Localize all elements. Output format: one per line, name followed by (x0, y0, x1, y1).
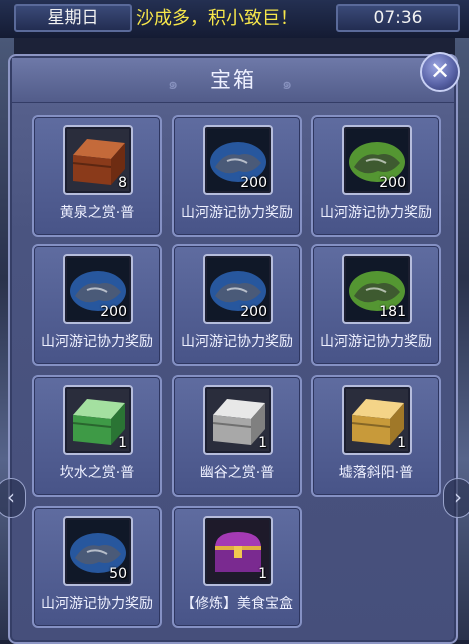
item-icon-frame: 1 (342, 385, 412, 455)
item-tile[interactable]: 200 山河游记协力奖励 (32, 244, 162, 366)
item-tile[interactable]: 1 墟落斜阳·普 (311, 375, 441, 497)
item-count: 200 (240, 175, 267, 191)
item-name: 墟落斜阳·普 (338, 465, 414, 481)
clock-label: 07:36 (336, 4, 460, 32)
item-count: 200 (100, 304, 127, 320)
item-name: 坎水之赏·普 (59, 465, 135, 481)
page-right-arrow-icon[interactable]: › (443, 478, 469, 518)
item-count: 1 (258, 435, 267, 451)
item-icon-frame: 200 (342, 125, 412, 195)
news-marquee: 沙成多，积小致巨！ (136, 8, 298, 29)
right-swirl-ornament-icon: ๑ (282, 74, 293, 93)
item-tile[interactable]: 8 黄泉之赏·普 (32, 115, 162, 237)
item-name: 山河游记协力奖励 (181, 334, 293, 350)
item-icon-frame: 1 (63, 385, 133, 455)
item-tile[interactable]: 200 山河游记协力奖励 (172, 244, 302, 366)
item-count: 200 (379, 175, 406, 191)
item-icon-frame: 200 (63, 254, 133, 324)
weekday-label: 星期日 (14, 4, 132, 32)
item-tile[interactable]: 1 幽谷之赏·普 (172, 375, 302, 497)
item-name: 山河游记协力奖励 (41, 596, 153, 612)
item-name: 山河游记协力奖励 (181, 205, 293, 221)
item-tile[interactable]: 1 【修炼】美食宝盒 (172, 506, 302, 628)
item-count: 8 (118, 175, 127, 191)
item-icon-frame: 181 (342, 254, 412, 324)
item-icon-frame: 1 (203, 516, 273, 586)
item-icon-frame: 200 (203, 125, 273, 195)
item-count: 50 (109, 566, 127, 582)
item-tile[interactable]: 200 山河游记协力奖励 (311, 115, 441, 237)
item-count: 1 (397, 435, 406, 451)
item-name: 【修炼】美食宝盒 (181, 596, 293, 612)
item-tile[interactable]: 50 山河游记协力奖励 (32, 506, 162, 628)
item-tile[interactable]: 181 山河游记协力奖励 (311, 244, 441, 366)
item-icon-frame: 200 (203, 254, 273, 324)
item-name: 山河游记协力奖励 (320, 334, 432, 350)
item-icon-frame: 8 (63, 125, 133, 195)
item-icon-frame: 50 (63, 516, 133, 586)
item-count: 200 (240, 304, 267, 320)
top-status-bar: 星期日 沙成多，积小致巨！ 07:36 (0, 0, 469, 38)
item-count: 1 (118, 435, 127, 451)
item-tile[interactable]: 200 山河游记协力奖励 (172, 115, 302, 237)
page-left-arrow-icon[interactable]: ‹ (0, 478, 26, 518)
item-name: 黄泉之赏·普 (59, 205, 135, 221)
item-count: 1 (258, 566, 267, 582)
close-button[interactable]: ✕ (420, 52, 460, 92)
item-name: 山河游记协力奖励 (320, 205, 432, 221)
panel-header: ๑ 宝箱 ๑ (12, 58, 454, 103)
item-count: 181 (379, 304, 406, 320)
item-name: 幽谷之赏·普 (199, 465, 275, 481)
item-icon-frame: 1 (203, 385, 273, 455)
item-name: 山河游记协力奖励 (41, 334, 153, 350)
panel-title: 宝箱 (210, 68, 256, 92)
item-tile[interactable]: 1 坎水之赏·普 (32, 375, 162, 497)
